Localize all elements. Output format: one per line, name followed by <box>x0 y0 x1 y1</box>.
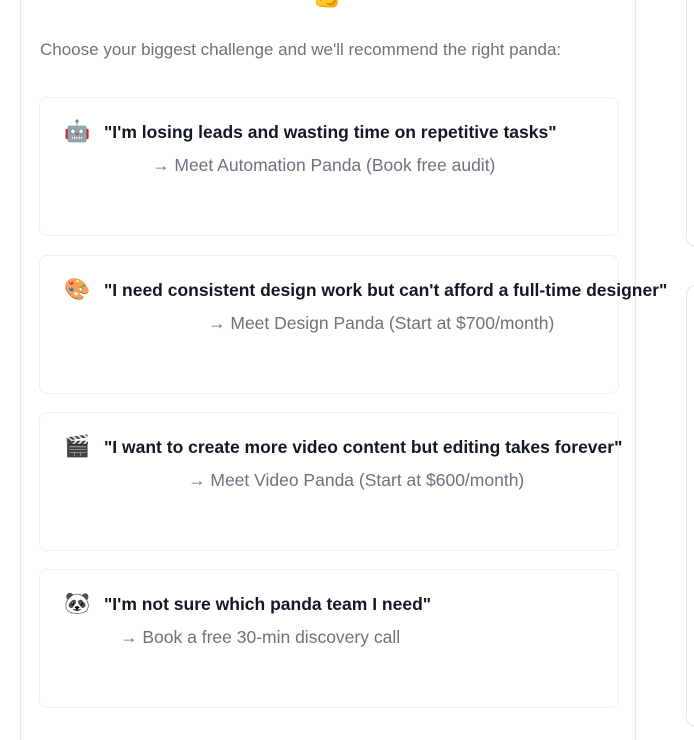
clapperboard-icon: 🎬 <box>64 435 91 458</box>
robot-icon: 🤖 <box>64 120 91 143</box>
palette-icon: 🎨 <box>64 278 91 301</box>
intro-text: Choose your biggest challenge and we'll … <box>40 40 562 59</box>
recommendation-link[interactable]: → Meet Design Panda (Start at $700/month… <box>208 313 554 334</box>
challenge-quote: "I'm losing leads and wasting time on re… <box>104 122 557 142</box>
panda-icon: 🐼 <box>64 592 91 615</box>
recommendation-link[interactable]: → Meet Video Panda (Start at $600/month) <box>188 470 524 491</box>
challenge-card-video[interactable]: 🎬 "I want to create more video content b… <box>39 412 623 551</box>
challenge-quote: "I need consistent design work but can't… <box>104 280 668 300</box>
challenge-quote: "I'm not sure which panda team I need" <box>104 594 432 614</box>
flexed-arm-icon: 💪 <box>312 0 342 8</box>
challenge-card-design[interactable]: 🎨 "I need consistent design work but can… <box>39 255 667 394</box>
challenge-card-automation[interactable]: 🤖 "I'm losing leads and wasting time on … <box>39 97 619 236</box>
adjacent-panel-edge <box>686 0 694 247</box>
adjacent-panel-edge <box>686 285 694 727</box>
challenge-card-discovery[interactable]: 🐼 "I'm not sure which panda team I need"… <box>39 569 619 708</box>
recommendation-link[interactable]: → Meet Automation Panda (Book free audit… <box>152 155 495 176</box>
challenge-quote: "I want to create more video content but… <box>104 437 623 457</box>
recommendation-link[interactable]: → Book a free 30-min discovery call <box>120 627 400 648</box>
